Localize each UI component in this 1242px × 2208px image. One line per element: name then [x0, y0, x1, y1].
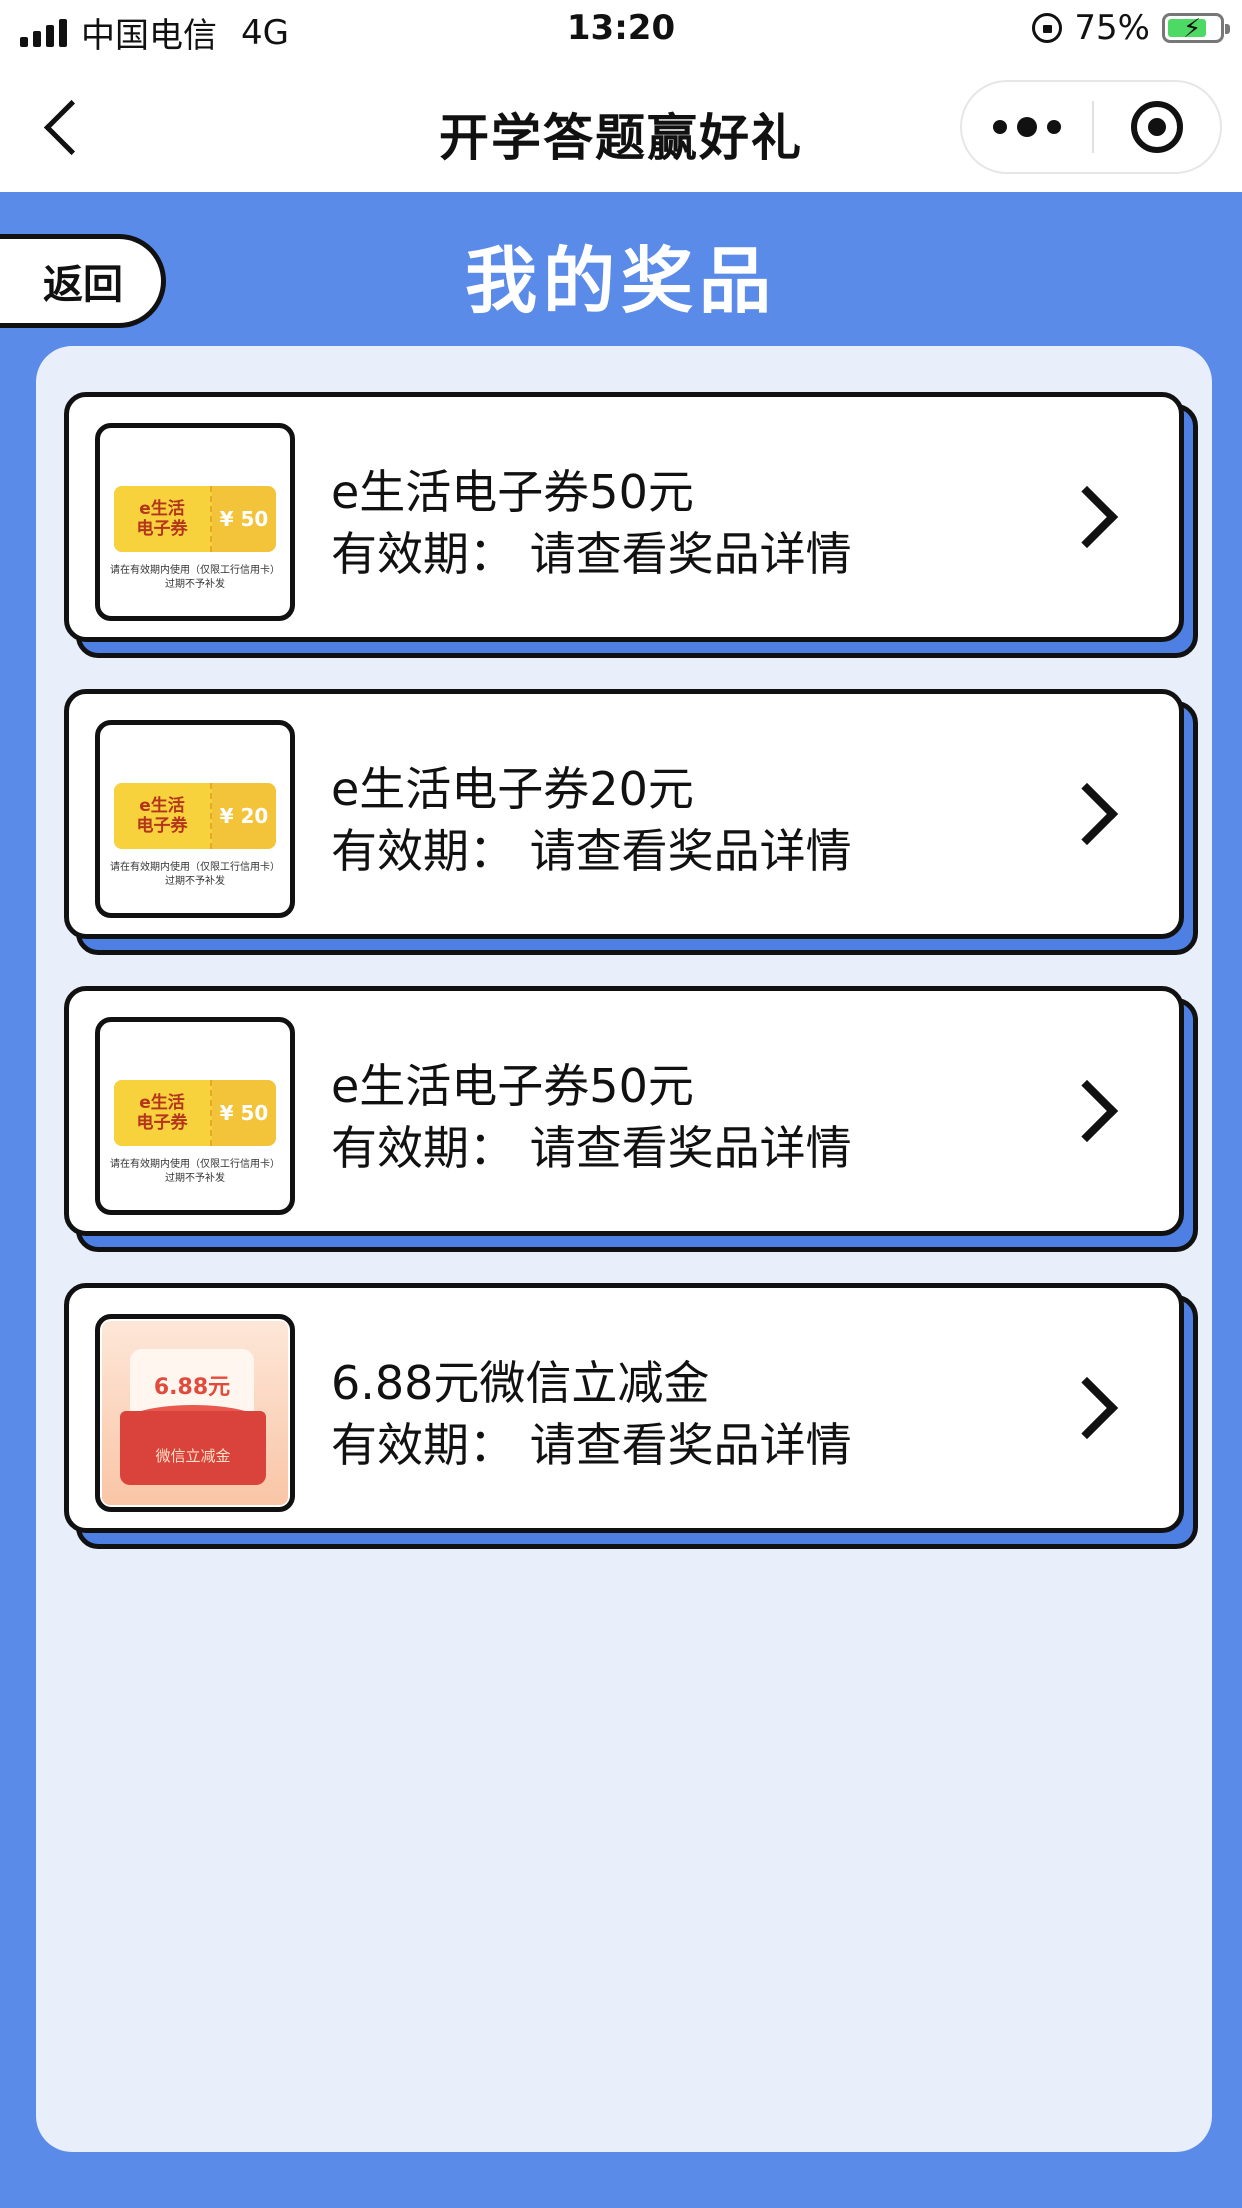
mini-program-capsule [960, 80, 1222, 174]
coupon-title-1: e生活 [139, 796, 185, 816]
coupon-note-2: 过期不予补发 [165, 1173, 225, 1184]
chevron-right-icon[interactable] [1055, 485, 1119, 549]
chevron-right-icon[interactable] [1055, 1376, 1119, 1440]
red-packet-label: 微信立减金 [120, 1411, 266, 1485]
red-packet-graphic: 6.88元 微信立减金 [102, 1321, 288, 1505]
coupon-thumbnail: e生活 电子券 ¥ 50 请在有效期内使用（仅限工行信用卡） 过期不予补发 [95, 1017, 295, 1215]
prize-card[interactable]: e生活 电子券 ¥ 50 请在有效期内使用（仅限工行信用卡） 过期不予补发 e生… [64, 986, 1184, 1236]
coupon-graphic: e生活 电子券 ¥ 20 [114, 783, 276, 849]
coupon-title-2: 电子券 [136, 816, 188, 836]
coupon-thumbnail: e生活 电子券 ¥ 50 请在有效期内使用（仅限工行信用卡） 过期不予补发 [95, 423, 295, 621]
prize-validity: 有效期： 请查看奖品详情 [331, 824, 852, 878]
coupon-thumbnail: e生活 电子券 ¥ 20 请在有效期内使用（仅限工行信用卡） 过期不予补发 [95, 720, 295, 918]
prize-item[interactable]: e生活 电子券 ¥ 20 请在有效期内使用（仅限工行信用卡） 过期不予补发 e生… [64, 689, 1198, 955]
prize-info: e生活电子券50元 有效期： 请查看奖品详情 [331, 461, 852, 585]
prize-name: 6.88元微信立减金 [331, 1356, 710, 1410]
coupon-note-2: 过期不予补发 [165, 876, 225, 887]
prize-info: e生活电子券50元 有效期： 请查看奖品详情 [331, 1055, 852, 1179]
prize-validity: 有效期： 请查看奖品详情 [331, 1418, 852, 1472]
battery-icon: ⚡ [1162, 13, 1230, 44]
coupon-note-1: 请在有效期内使用（仅限工行信用卡） [110, 1159, 280, 1170]
coupon-graphic: e生活 电子券 ¥ 50 [114, 1080, 276, 1146]
coupon-note: 请在有效期内使用（仅限工行信用卡） 过期不予补发 [106, 564, 284, 592]
coupon-title-1: e生活 [139, 499, 185, 519]
coupon-note-1: 请在有效期内使用（仅限工行信用卡） [110, 565, 280, 576]
prize-list-panel: e生活 电子券 ¥ 50 请在有效期内使用（仅限工行信用卡） 过期不予补发 e生… [36, 346, 1212, 2152]
coupon-title-1: e生活 [139, 1093, 185, 1113]
status-right: 75% ⚡ [1032, 8, 1230, 48]
chevron-right-icon[interactable] [1055, 782, 1119, 846]
coupon-note-2: 过期不予补发 [165, 579, 225, 590]
coupon-note: 请在有效期内使用（仅限工行信用卡） 过期不予补发 [106, 1158, 284, 1186]
coupon-amount: ¥ 50 [219, 507, 269, 531]
coupon-graphic: e生活 电子券 ¥ 50 [114, 486, 276, 552]
battery-percent: 75% [1074, 8, 1150, 48]
status-bar: 中国电信 4G 13:20 75% ⚡ [0, 0, 1242, 62]
coupon-amount: ¥ 50 [219, 1101, 269, 1125]
prize-card[interactable]: e生活 电子券 ¥ 50 请在有效期内使用（仅限工行信用卡） 过期不予补发 e生… [64, 392, 1184, 642]
coupon-amount: ¥ 20 [219, 804, 269, 828]
target-circle-icon [1131, 101, 1183, 153]
prize-item[interactable]: e生活 电子券 ¥ 50 请在有效期内使用（仅限工行信用卡） 过期不予补发 e生… [64, 986, 1198, 1252]
more-dots-icon[interactable] [962, 82, 1092, 172]
coupon-note: 请在有效期内使用（仅限工行信用卡） 过期不予补发 [106, 861, 284, 889]
coupon-note-1: 请在有效期内使用（仅限工行信用卡） [110, 862, 280, 873]
prize-item[interactable]: e生活 电子券 ¥ 50 请在有效期内使用（仅限工行信用卡） 过期不予补发 e生… [64, 392, 1198, 658]
rotation-lock-icon [1032, 13, 1063, 43]
prize-info: e生活电子券20元 有效期： 请查看奖品详情 [331, 758, 852, 882]
prize-validity: 有效期： 请查看奖品详情 [331, 527, 852, 581]
chevron-right-icon[interactable] [1055, 1079, 1119, 1143]
prize-name: e生活电子券50元 [331, 1059, 694, 1113]
coupon-title-2: 电子券 [136, 519, 188, 539]
charging-bolt-icon: ⚡ [1183, 14, 1202, 44]
page-title: 我的奖品 [464, 239, 777, 323]
close-button[interactable] [1094, 82, 1220, 172]
red-packet-thumbnail: 6.88元 微信立减金 [95, 1314, 295, 1512]
prize-validity: 有效期： 请查看奖品详情 [331, 1121, 852, 1175]
prize-name: e生活电子券50元 [331, 465, 694, 519]
prize-info: 6.88元微信立减金 有效期： 请查看奖品详情 [331, 1352, 852, 1476]
prize-name: e生活电子券20元 [331, 762, 694, 816]
coupon-title-2: 电子券 [136, 1113, 188, 1133]
prize-card[interactable]: e生活 电子券 ¥ 20 请在有效期内使用（仅限工行信用卡） 过期不予补发 e生… [64, 689, 1184, 939]
prize-item[interactable]: 6.88元 微信立减金 6.88元微信立减金 有效期： 请查看奖品详情 [64, 1283, 1198, 1549]
prize-card[interactable]: 6.88元 微信立减金 6.88元微信立减金 有效期： 请查看奖品详情 [64, 1283, 1184, 1533]
nav-bar: 开学答题赢好礼 [0, 62, 1242, 192]
